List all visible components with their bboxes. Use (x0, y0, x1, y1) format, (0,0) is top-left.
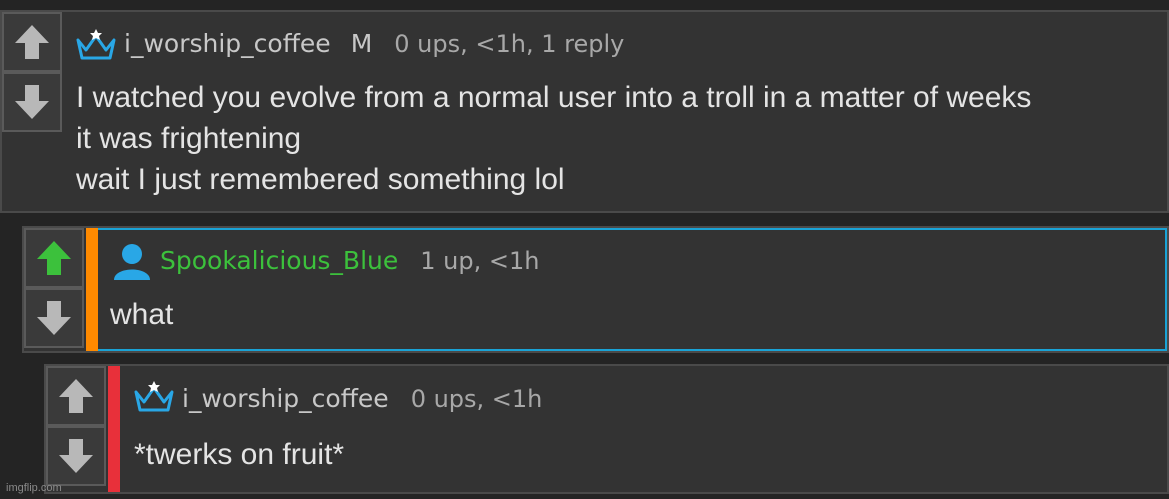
red-indicator-bar (108, 366, 120, 492)
vote-column (2, 12, 64, 211)
mod-badge: M (350, 29, 373, 58)
upvote-button[interactable] (24, 228, 84, 288)
downvote-button[interactable] (46, 426, 106, 486)
arrow-down-icon (37, 301, 71, 335)
orange-indicator-bar (86, 228, 98, 351)
downvote-button[interactable] (24, 288, 84, 348)
comment-body: I watched you evolve from a normal user … (76, 77, 1031, 200)
crown-icon (76, 29, 116, 60)
comment-line: it was frightening (76, 122, 302, 155)
arrow-up-icon (37, 241, 71, 275)
comment-3: i_worship_coffee 0 ups, <1h *twerks on f… (44, 364, 1169, 494)
upvote-button[interactable] (2, 12, 62, 72)
comment-line: *twerks on fruit* (134, 438, 345, 471)
comment-line: I watched you evolve from a normal user … (76, 81, 1032, 114)
vote-column (24, 228, 86, 351)
downvote-button[interactable] (2, 72, 62, 132)
arrow-up-icon (59, 379, 93, 413)
watermark: imgflip.com (6, 482, 62, 494)
comment-meta: i_worship_coffee M 0 ups, <1h, 1 reply (124, 29, 624, 58)
username[interactable]: i_worship_coffee (124, 29, 331, 58)
arrow-down-icon (59, 439, 93, 473)
username[interactable]: i_worship_coffee (182, 384, 389, 413)
comment-stats: 0 ups, <1h (410, 385, 543, 413)
comment-1: i_worship_coffee M 0 ups, <1h, 1 reply I… (0, 10, 1169, 213)
upvote-button[interactable] (46, 366, 106, 426)
comment-meta: Spookalicious_Blue 1 up, <1h (160, 246, 539, 275)
crown-icon (134, 381, 174, 412)
username[interactable]: Spookalicious_Blue (160, 246, 398, 275)
comment-stats: 1 up, <1h (420, 247, 540, 275)
comment-body: what (110, 294, 173, 335)
comment-stats: 0 ups, <1h, 1 reply (394, 30, 625, 58)
comment-line: what (110, 298, 174, 331)
arrow-up-icon (15, 25, 49, 59)
comment-line: wait I just remembered something lol (76, 163, 565, 196)
comment-body: *twerks on fruit* (134, 434, 344, 475)
comment-meta: i_worship_coffee 0 ups, <1h (182, 384, 542, 413)
user-icon (114, 244, 150, 280)
arrow-down-icon (15, 85, 49, 119)
comment-2: Spookalicious_Blue 1 up, <1h what (22, 226, 1169, 353)
vote-column (46, 366, 108, 492)
